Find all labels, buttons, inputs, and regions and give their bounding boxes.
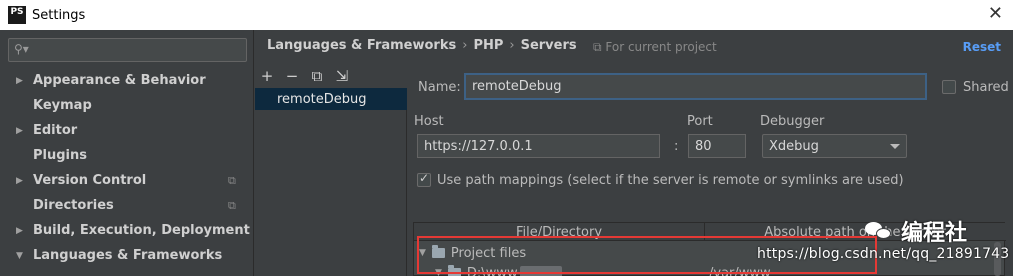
- debugger-label: Debugger: [760, 114, 825, 129]
- servers-toolbar: + − ⧉ ⇲: [259, 65, 350, 87]
- sidebar-item-label: Appearance & Behavior: [33, 73, 206, 88]
- sidebar-item-directories[interactable]: Directories ⧉: [0, 193, 254, 218]
- host-label: Host: [414, 114, 444, 129]
- settings-sidebar: ⚲▾ ▶ Appearance & Behavior Keymap ▶ Editor Pl…: [0, 30, 254, 276]
- import-icon[interactable]: ⇲: [334, 67, 350, 85]
- project-scope-icon: ⧉: [593, 40, 606, 54]
- use-path-mappings-label: Use path mappings (select if the server …: [437, 173, 904, 188]
- for-current-project-note: ⧉ For current project: [593, 40, 717, 55]
- shared-label: Shared: [963, 80, 1009, 95]
- project-scope-icon: ⧉: [228, 198, 236, 212]
- copy-icon[interactable]: ⧉: [309, 67, 325, 85]
- chevron-down-icon[interactable]: ▼: [16, 251, 30, 261]
- chevron-right-icon[interactable]: ▶: [16, 226, 30, 236]
- sidebar-item-label: Directories: [33, 198, 114, 213]
- sidebar-item-version-control[interactable]: ▶ Version Control ⧉: [0, 168, 254, 193]
- sidebar-item-appearance-behavior[interactable]: ▶ Appearance & Behavior: [0, 68, 254, 93]
- host-field[interactable]: https://127.0.0.1: [417, 134, 660, 158]
- name-label: Name:: [418, 80, 461, 95]
- port-field[interactable]: 80: [688, 134, 746, 158]
- sidebar-item-languages-frameworks[interactable]: ▼ Languages & Frameworks: [0, 243, 254, 268]
- close-icon[interactable]: ✕: [988, 5, 1003, 23]
- breadcrumb-item: Servers: [520, 38, 577, 53]
- shared-checkbox[interactable]: [942, 80, 956, 94]
- chevron-down-icon: [890, 144, 900, 149]
- for-current-project-label: For current project: [605, 40, 717, 54]
- sidebar-item-label: Plugins: [33, 148, 87, 163]
- name-field[interactable]: remoteDebug: [464, 73, 927, 100]
- watermark-brand: 编程社: [865, 215, 967, 247]
- sidebar-item-build-execution-deployment[interactable]: ▶ Build, Execution, Deployment: [0, 218, 254, 243]
- window-title: Settings: [32, 7, 86, 23]
- wechat-icon: [865, 220, 893, 242]
- chevron-right-icon[interactable]: ▶: [16, 76, 30, 86]
- chevron-right-icon[interactable]: ▶: [16, 176, 30, 186]
- sidebar-item-label: Languages & Frameworks: [33, 248, 223, 263]
- phpstorm-app-icon: PS: [8, 6, 26, 24]
- debugger-select-value: Xdebug: [769, 138, 819, 154]
- sidebar-item-plugins[interactable]: Plugins: [0, 143, 254, 168]
- sidebar-item-label: Version Control: [33, 173, 147, 188]
- reset-link[interactable]: Reset: [963, 40, 1001, 54]
- remove-icon[interactable]: −: [284, 67, 300, 85]
- sidebar-item-label: Build, Execution, Deployment: [33, 223, 250, 238]
- breadcrumb-item: Languages & Frameworks: [267, 38, 457, 53]
- chevron-right-icon[interactable]: ▶: [16, 126, 30, 136]
- watermark-url: https://blog.csdn.net/qq_21891743: [757, 246, 1010, 262]
- breadcrumb: Languages & Frameworks › PHP › Servers: [267, 38, 577, 53]
- window-title-bar: PS Settings ✕: [0, 0, 1013, 30]
- chevron-right-icon: ›: [462, 38, 468, 53]
- search-icon: ⚲▾: [14, 42, 29, 56]
- server-item-remotedebug[interactable]: remoteDebug: [255, 88, 407, 110]
- servers-list: remoteDebug: [255, 88, 407, 276]
- debugger-select[interactable]: Xdebug: [762, 134, 907, 158]
- watermark-brand-text: 编程社: [901, 221, 968, 246]
- settings-search-input[interactable]: ⚲▾: [8, 38, 247, 62]
- sidebar-item-label: Keymap: [33, 98, 92, 113]
- port-separator: :: [674, 139, 679, 154]
- port-label: Port: [687, 114, 713, 129]
- sidebar-item-keymap[interactable]: Keymap: [0, 93, 254, 118]
- sidebar-item-label: Editor: [33, 123, 78, 138]
- chevron-right-icon: ›: [509, 38, 515, 53]
- use-path-mappings-checkbox[interactable]: [417, 171, 431, 187]
- sidebar-item-editor[interactable]: ▶ Editor: [0, 118, 254, 143]
- breadcrumb-item: PHP: [473, 38, 504, 53]
- project-scope-icon: ⧉: [228, 173, 236, 187]
- add-icon[interactable]: +: [259, 67, 275, 85]
